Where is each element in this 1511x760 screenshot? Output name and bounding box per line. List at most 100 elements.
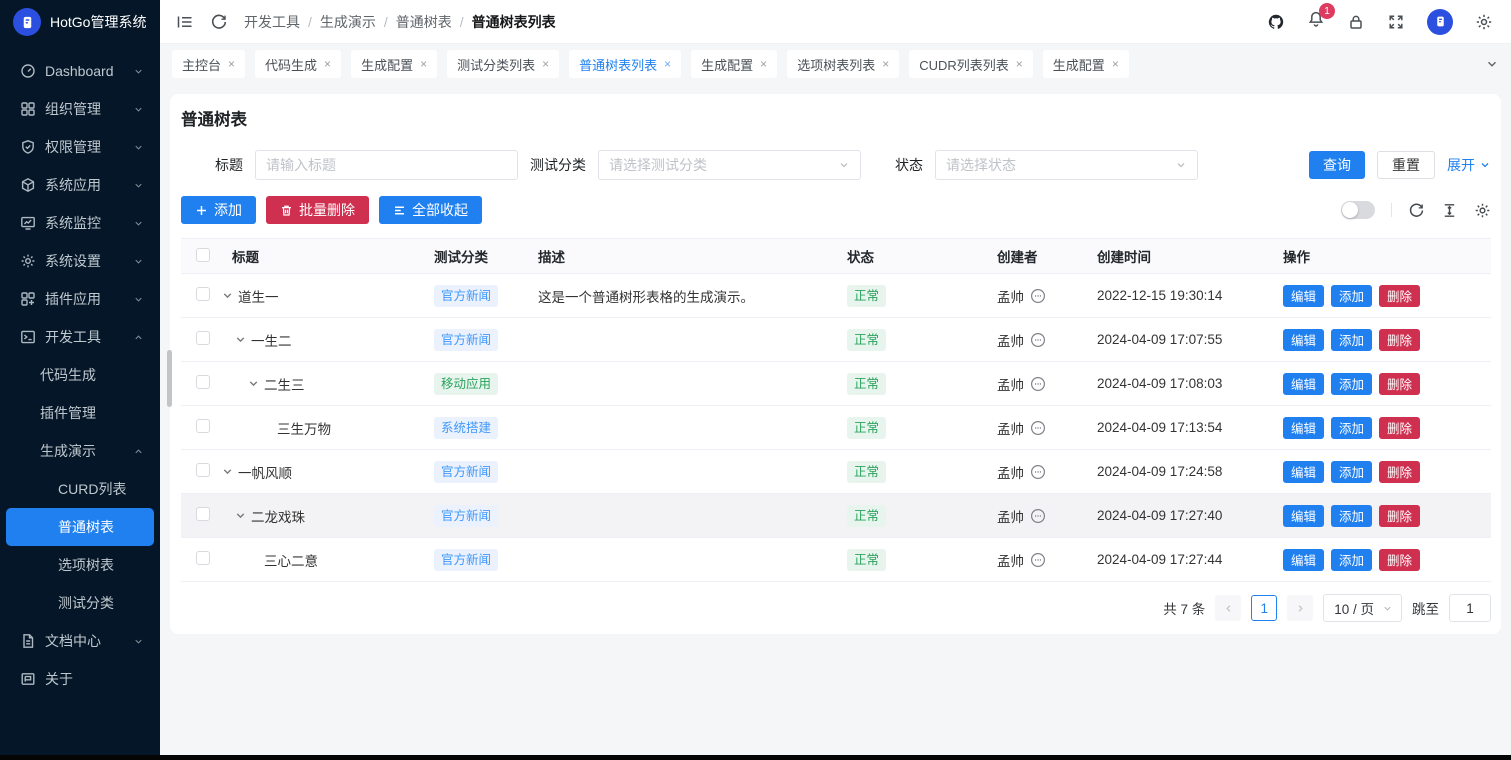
row-checkbox[interactable] (196, 463, 210, 477)
reset-button[interactable]: 重置 (1377, 151, 1435, 179)
row-checkbox[interactable] (196, 551, 210, 565)
notifications[interactable]: 1 (1307, 10, 1325, 33)
jump-to-input[interactable] (1449, 594, 1491, 622)
github-icon[interactable] (1267, 13, 1285, 31)
page-number-1[interactable]: 1 (1251, 595, 1277, 621)
sidebar-item-dev-tools[interactable]: 开发工具 (6, 318, 154, 356)
sidebar-item-test-category[interactable]: 测试分类 (6, 584, 154, 622)
expand-filters-link[interactable]: 展开 (1447, 155, 1491, 175)
edit-button[interactable]: 编辑 (1283, 329, 1324, 351)
tab-close-icon[interactable]: × (882, 57, 889, 71)
delete-button[interactable]: 删除 (1379, 461, 1420, 483)
delete-button[interactable]: 删除 (1379, 549, 1420, 571)
tab-close-icon[interactable]: × (420, 57, 427, 71)
edit-button[interactable]: 编辑 (1283, 549, 1324, 571)
search-button[interactable]: 查询 (1309, 151, 1365, 179)
tab-option-tree-list[interactable]: 选项树表列表× (787, 50, 899, 78)
sidebar-item-gen-demo[interactable]: 生成演示 (6, 432, 154, 470)
fullscreen-icon[interactable] (1387, 13, 1405, 31)
tab-close-icon[interactable]: × (1016, 57, 1023, 71)
add-child-button[interactable]: 添加 (1331, 549, 1372, 571)
edit-button[interactable]: 编辑 (1283, 461, 1324, 483)
settings-gear-icon[interactable] (1475, 13, 1493, 31)
add-child-button[interactable]: 添加 (1331, 373, 1372, 395)
sidebar-item-plugin-app[interactable]: 插件应用 (6, 280, 154, 318)
row-checkbox[interactable] (196, 331, 210, 345)
tab-tree-table-list[interactable]: 普通树表列表× (569, 50, 681, 78)
add-child-button[interactable]: 添加 (1331, 329, 1372, 351)
tab-close-icon[interactable]: × (228, 57, 235, 71)
tab-console[interactable]: 主控台× (172, 50, 245, 78)
row-checkbox[interactable] (196, 287, 210, 301)
sidebar-item-doc-center[interactable]: 文档中心 (6, 622, 154, 660)
tab-test-category-list[interactable]: 测试分类列表× (447, 50, 559, 78)
striped-toggle[interactable] (1341, 201, 1375, 219)
delete-button[interactable]: 删除 (1379, 329, 1420, 351)
delete-button[interactable]: 删除 (1379, 373, 1420, 395)
page-size-select[interactable]: 10 / 页 (1323, 594, 1402, 622)
delete-button[interactable]: 删除 (1379, 505, 1420, 527)
status-filter-select[interactable]: 请选择状态 (935, 150, 1198, 180)
add-child-button[interactable]: 添加 (1331, 285, 1372, 307)
add-child-button[interactable]: 添加 (1331, 505, 1372, 527)
tab-code-gen[interactable]: 代码生成× (255, 50, 341, 78)
tab-close-icon[interactable]: × (1112, 57, 1119, 71)
breadcrumb-item[interactable]: 普通树表 (396, 12, 452, 32)
select-all-checkbox[interactable] (196, 248, 210, 262)
row-checkbox[interactable] (196, 419, 210, 433)
tab-close-icon[interactable]: × (664, 57, 671, 71)
tab-gen-config-1[interactable]: 生成配置× (351, 50, 437, 78)
tree-expand-icon[interactable] (234, 333, 247, 346)
edit-button[interactable]: 编辑 (1283, 285, 1324, 307)
tab-close-icon[interactable]: × (324, 57, 331, 71)
sidebar-item-organization[interactable]: 组织管理 (6, 90, 154, 128)
tabs-dropdown-icon[interactable] (1485, 57, 1499, 71)
refresh-icon[interactable] (210, 13, 228, 31)
add-child-button[interactable]: 添加 (1331, 417, 1372, 439)
sidebar-item-curd-list[interactable]: CURD列表 (6, 470, 154, 508)
tab-close-icon[interactable]: × (542, 57, 549, 71)
column-settings-gear-icon[interactable] (1474, 202, 1491, 219)
lock-icon[interactable] (1347, 13, 1365, 31)
tree-expand-icon[interactable] (221, 289, 234, 302)
sidebar-item-dashboard[interactable]: Dashboard (6, 52, 154, 90)
sidebar-item-plugin-manage[interactable]: 插件管理 (6, 394, 154, 432)
sidebar-item-permission[interactable]: 权限管理 (6, 128, 154, 166)
prev-page-button[interactable] (1215, 595, 1241, 621)
next-page-button[interactable] (1287, 595, 1313, 621)
scrollbar-thumb[interactable] (167, 350, 172, 407)
sidebar-item-system-settings[interactable]: 系统设置 (6, 242, 154, 280)
sidebar-item-about[interactable]: 关于 (6, 660, 154, 698)
category-filter-select[interactable]: 请选择测试分类 (598, 150, 861, 180)
batch-delete-button[interactable]: 批量删除 (266, 196, 369, 224)
sidebar-item-tree-table[interactable]: 普通树表 (6, 508, 154, 546)
reload-table-icon[interactable] (1408, 202, 1425, 219)
add-button[interactable]: 添加 (181, 196, 256, 224)
row-checkbox[interactable] (196, 507, 210, 521)
tab-gen-config-2[interactable]: 生成配置× (691, 50, 777, 78)
row-density-icon[interactable] (1441, 202, 1458, 219)
sidebar-item-system-monitor[interactable]: 系统监控 (6, 204, 154, 242)
collapse-all-button[interactable]: 全部收起 (379, 196, 482, 224)
tree-expand-icon[interactable] (247, 377, 260, 390)
edit-button[interactable]: 编辑 (1283, 373, 1324, 395)
delete-button[interactable]: 删除 (1379, 285, 1420, 307)
edit-button[interactable]: 编辑 (1283, 505, 1324, 527)
title-filter-input[interactable] (255, 150, 518, 180)
delete-button[interactable]: 删除 (1379, 417, 1420, 439)
row-checkbox[interactable] (196, 375, 210, 389)
sidebar-item-option-tree-table[interactable]: 选项树表 (6, 546, 154, 584)
breadcrumb-item[interactable]: 生成演示 (320, 12, 376, 32)
sidebar-item-system-app[interactable]: 系统应用 (6, 166, 154, 204)
edit-button[interactable]: 编辑 (1283, 417, 1324, 439)
add-child-button[interactable]: 添加 (1331, 461, 1372, 483)
tab-cudr-list[interactable]: CUDR列表列表× (909, 50, 1033, 78)
collapse-sidebar-icon[interactable] (176, 13, 194, 31)
tab-gen-config-3[interactable]: 生成配置× (1043, 50, 1129, 78)
user-avatar[interactable] (1427, 9, 1453, 35)
sidebar-item-code-gen[interactable]: 代码生成 (6, 356, 154, 394)
tab-close-icon[interactable]: × (760, 57, 767, 71)
app-logo[interactable]: HotGo管理系统 (0, 0, 160, 44)
tree-expand-icon[interactable] (221, 465, 234, 478)
breadcrumb-item[interactable]: 开发工具 (244, 12, 300, 32)
